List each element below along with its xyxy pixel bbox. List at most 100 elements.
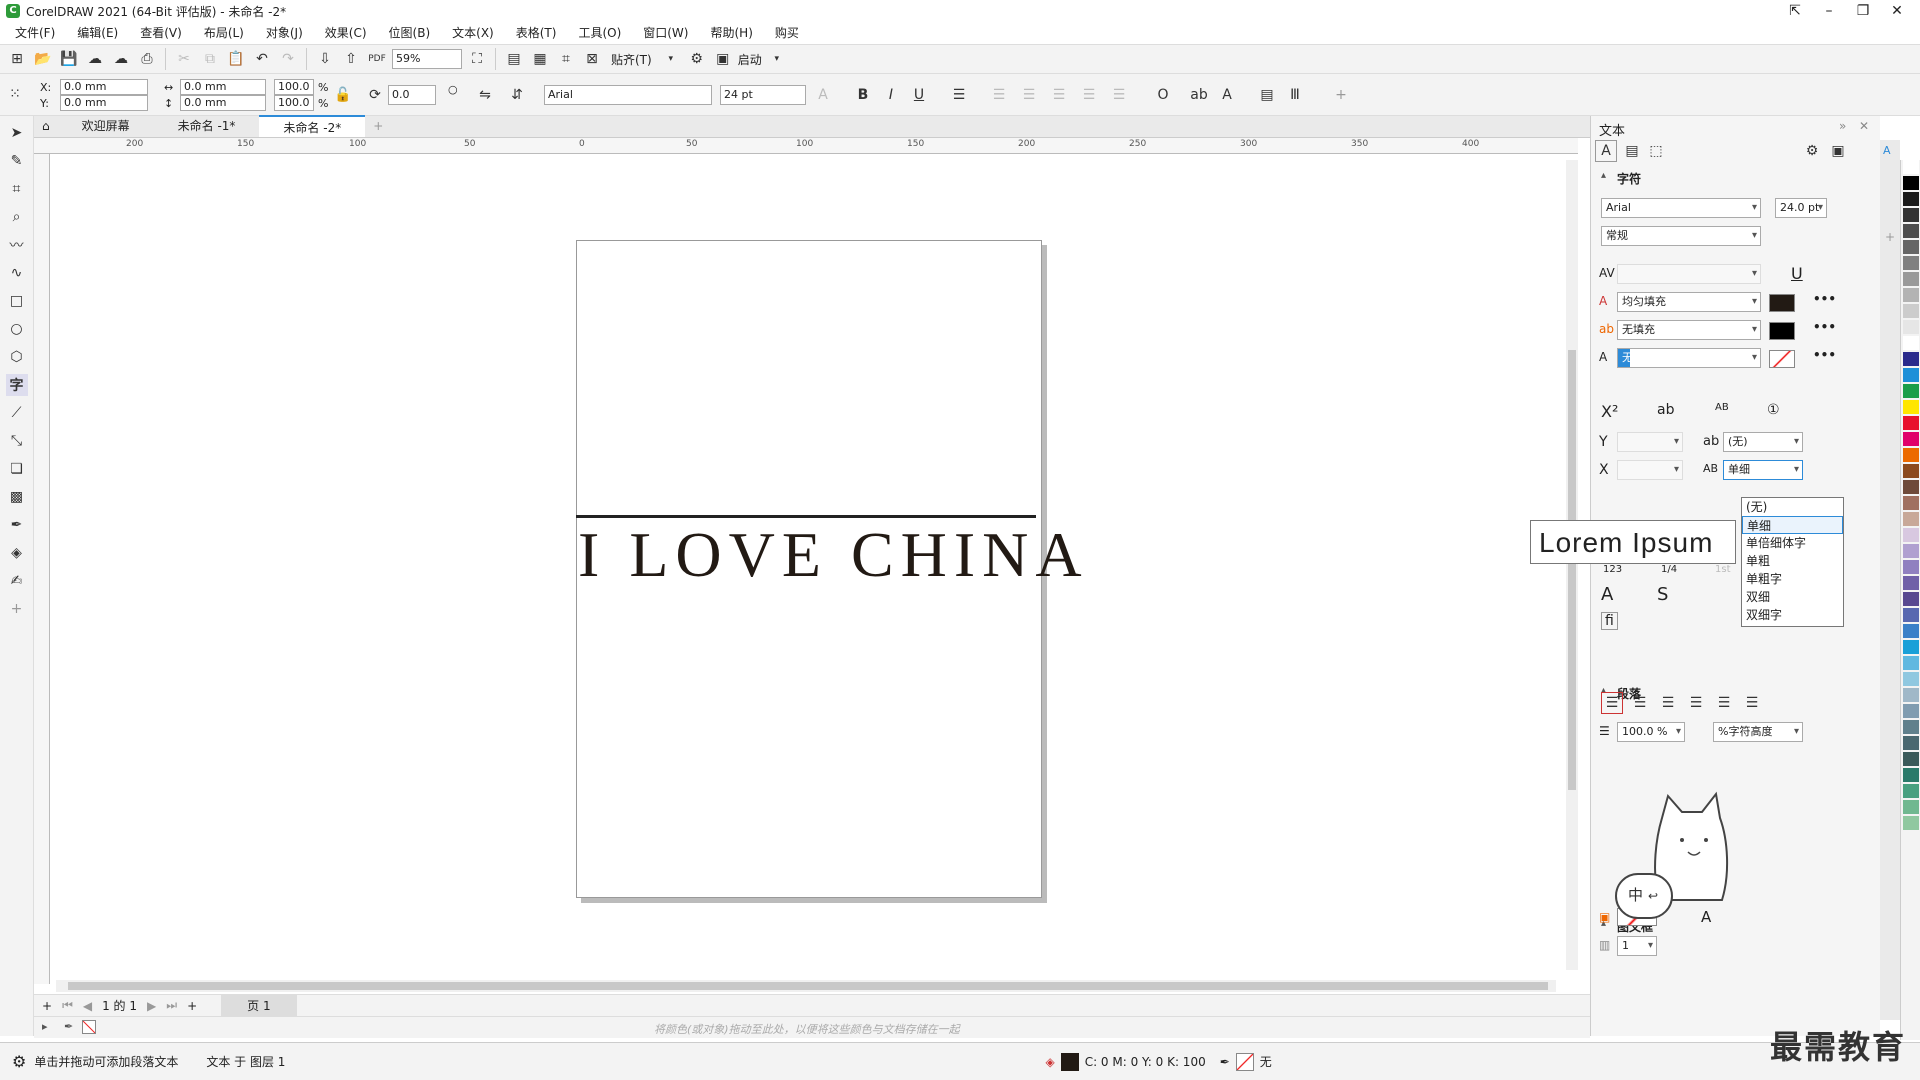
list-item[interactable]: 单细: [1742, 516, 1843, 534]
palette-swatch[interactable]: [1902, 704, 1919, 718]
italic-icon[interactable]: I: [880, 84, 902, 106]
mirror-horizontal-icon[interactable]: ⇋: [474, 84, 496, 106]
docker-tab-text-icon[interactable]: A: [1883, 144, 1891, 157]
align-right-icon[interactable]: ☰: [1685, 692, 1707, 714]
rotation-field[interactable]: 0.0: [388, 85, 436, 105]
menu-effects[interactable]: 效果(C): [314, 24, 378, 41]
ordinals-label[interactable]: 1st: [1715, 564, 1731, 575]
script-position-dropdown[interactable]: (无): [1723, 432, 1803, 452]
scroll-thumb[interactable]: [1568, 350, 1576, 790]
artistic-media-icon[interactable]: ∿: [6, 262, 28, 284]
drop-shadow-icon[interactable]: ❏: [6, 458, 28, 480]
list-item[interactable]: 双细: [1742, 588, 1843, 606]
underline-docker-icon[interactable]: U: [1791, 264, 1803, 283]
zoom-tool-icon[interactable]: ⌕: [6, 206, 28, 228]
palette-swatch[interactable]: [1902, 560, 1919, 574]
text-tool-icon[interactable]: 字: [5, 374, 28, 396]
palette-swatch[interactable]: [1902, 224, 1919, 238]
palette-swatch[interactable]: [1902, 384, 1919, 398]
decrease-indent-icon[interactable]: ☰: [1078, 84, 1100, 106]
undo-icon[interactable]: ↶: [251, 48, 273, 70]
crop-tool-icon[interactable]: ⌗: [6, 178, 28, 200]
superscript-icon[interactable]: X²: [1601, 402, 1618, 421]
palette-swatch[interactable]: [1902, 320, 1919, 334]
docker-menu-icon[interactable]: ▣: [1827, 140, 1849, 162]
more-options-icon[interactable]: •••: [1813, 292, 1836, 306]
palette-swatch[interactable]: [1902, 592, 1919, 606]
cut-icon[interactable]: ✂: [173, 48, 195, 70]
underline-type-dropdown[interactable]: 单细: [1723, 460, 1803, 480]
palette-swatch[interactable]: [1902, 192, 1919, 206]
prev-page-icon[interactable]: ◀: [83, 999, 92, 1013]
fill-bucket-icon[interactable]: ◈: [6, 542, 28, 564]
pdf-icon[interactable]: PDF: [366, 48, 388, 70]
list-item[interactable]: (无): [1742, 498, 1843, 516]
chevron-down-icon[interactable]: ▾: [660, 48, 682, 70]
align-center-icon[interactable]: ☰: [1657, 692, 1679, 714]
minimize-button[interactable]: –: [1812, 0, 1846, 22]
palette-swatch[interactable]: [1902, 656, 1919, 670]
zoom-level-field[interactable]: 59%: [392, 49, 462, 69]
outline-color-swatch[interactable]: [1769, 350, 1795, 368]
docker-options-icon[interactable]: ⚙: [1801, 140, 1823, 162]
increase-indent-icon[interactable]: ☰: [1108, 84, 1130, 106]
font-size-adjust-icon[interactable]: A: [812, 84, 834, 106]
mirror-vertical-icon[interactable]: ⇵: [506, 84, 528, 106]
palette-swatch[interactable]: [1902, 416, 1919, 430]
drop-cap-icon[interactable]: ☰: [1048, 84, 1070, 106]
bold-icon[interactable]: B: [852, 84, 874, 106]
spacing-unit-dropdown[interactable]: %字符高度: [1713, 722, 1803, 742]
more-options-icon[interactable]: •••: [1813, 348, 1836, 362]
palette-swatch[interactable]: [1902, 160, 1919, 174]
launch-icon[interactable]: ▣: [712, 48, 734, 70]
palette-swatch[interactable]: [1902, 288, 1919, 302]
add-page-icon[interactable]: +: [42, 999, 52, 1013]
palette-swatch[interactable]: [1902, 464, 1919, 478]
paragraph-tab-icon[interactable]: ▤: [1621, 140, 1643, 162]
docker-collapse-icon[interactable]: »: [1839, 119, 1846, 133]
rulers-icon[interactable]: ▤: [503, 48, 525, 70]
copy-icon[interactable]: ⧉: [199, 48, 221, 70]
palette-swatch[interactable]: [1902, 368, 1919, 382]
menu-layout[interactable]: 布局(L): [193, 24, 255, 41]
palette-swatch[interactable]: [1902, 432, 1919, 446]
opentype-icon[interactable]: O: [1152, 84, 1174, 106]
outline-width-dropdown[interactable]: 无: [1617, 348, 1761, 368]
palette-swatch[interactable]: [1902, 640, 1919, 654]
horizontal-scrollbar[interactable]: [56, 980, 1556, 992]
all-caps-icon[interactable]: AB: [1715, 402, 1729, 413]
rotate-icon[interactable]: ⟳: [364, 84, 386, 106]
underline-icon[interactable]: U: [908, 84, 930, 106]
menu-bitmaps[interactable]: 位图(B): [378, 24, 442, 41]
list-item[interactable]: 单粗字: [1742, 570, 1843, 588]
palette-swatch[interactable]: [1902, 528, 1919, 542]
horizontal-shift-field[interactable]: [1617, 460, 1683, 480]
vertical-shift-field[interactable]: [1617, 432, 1683, 452]
fractions-label[interactable]: 1/4: [1661, 564, 1677, 575]
pick-tool-icon[interactable]: ➤: [6, 122, 28, 144]
x-position-field[interactable]: 0.0 mm: [60, 79, 148, 95]
settings-icon[interactable]: ⚙: [12, 1052, 26, 1071]
kerning-field[interactable]: [1617, 264, 1761, 284]
snap-off-icon[interactable]: ⊠: [581, 48, 603, 70]
menu-edit[interactable]: 编辑(E): [66, 24, 129, 41]
number-circle-icon[interactable]: ①: [1767, 402, 1780, 418]
docker-font-dropdown[interactable]: Arial: [1601, 198, 1761, 218]
palette-swatch[interactable]: [1902, 768, 1919, 782]
ellipse-tool-icon[interactable]: ○: [6, 318, 28, 340]
guidelines-icon[interactable]: ⌗: [555, 48, 577, 70]
menu-buy[interactable]: 购买: [764, 24, 810, 41]
smart-fill-icon[interactable]: ✍: [6, 570, 28, 592]
vertical-scrollbar[interactable]: [1566, 160, 1578, 970]
transparency-icon[interactable]: ▩: [6, 486, 28, 508]
frame-columns-field[interactable]: 1: [1617, 936, 1657, 956]
redo-icon[interactable]: ↷: [277, 48, 299, 70]
dimension-tool-icon[interactable]: ⟋: [6, 402, 28, 424]
import-icon[interactable]: ⇩: [314, 48, 336, 70]
freehand-tool-icon[interactable]: 〰: [6, 234, 28, 256]
align-none-icon[interactable]: ☰: [1601, 692, 1623, 714]
print-icon[interactable]: ⎙: [136, 48, 158, 70]
stylistic-a-icon[interactable]: A: [1601, 584, 1613, 605]
rectangle-tool-icon[interactable]: □: [6, 290, 28, 312]
palette-swatch[interactable]: [1902, 272, 1919, 286]
